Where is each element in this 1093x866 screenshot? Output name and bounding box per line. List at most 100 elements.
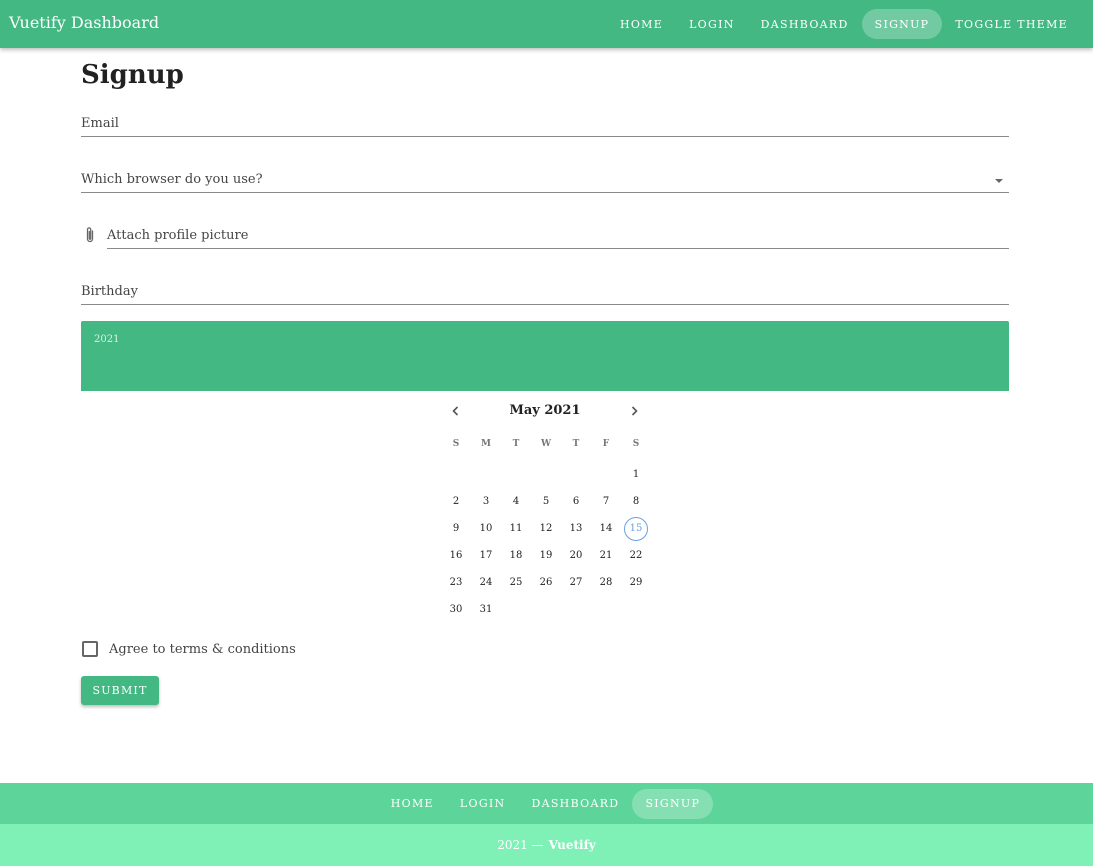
paperclip-icon[interactable] bbox=[83, 226, 97, 244]
day-button[interactable]: 17 bbox=[471, 542, 501, 569]
day-grid: 1 2 3 4 5 6 7 8 9 10 11 12 13 14 15 16 17 18 19 20 21 22 23 24 2… bbox=[441, 461, 651, 623]
birthday-label: Birthday bbox=[81, 284, 138, 299]
day-button[interactable]: 16 bbox=[441, 542, 471, 569]
month-label[interactable]: May 2021 bbox=[441, 403, 649, 418]
day-button[interactable]: 25 bbox=[501, 569, 531, 596]
day-number: 3 bbox=[482, 496, 490, 507]
day-number: 24 bbox=[479, 577, 493, 588]
nav-login-button[interactable]: Login bbox=[676, 9, 748, 39]
day-number: 26 bbox=[539, 577, 553, 588]
day-number: 29 bbox=[629, 577, 643, 588]
submit-button[interactable]: SUBMIT bbox=[81, 676, 159, 705]
date-picker-year[interactable]: 2021 bbox=[94, 334, 119, 345]
nav-signup-button[interactable]: Signup bbox=[861, 9, 943, 39]
day-number: 15 bbox=[624, 516, 648, 541]
day-button-today[interactable]: 15 bbox=[621, 515, 651, 542]
day-spacer bbox=[441, 461, 471, 488]
day-button[interactable]: 28 bbox=[591, 569, 621, 596]
day-button[interactable]: 5 bbox=[531, 488, 561, 515]
day-number: 11 bbox=[509, 523, 523, 534]
day-number: 4 bbox=[512, 496, 520, 507]
email-label: Email bbox=[81, 116, 119, 131]
footer-copyright: 2021 — Vuetify bbox=[0, 824, 1093, 866]
footer-nav: Home Login Dashboard Signup bbox=[0, 783, 1093, 824]
day-button[interactable]: 12 bbox=[531, 515, 561, 542]
copyright-brand: Vuetify bbox=[548, 838, 596, 852]
day-button[interactable]: 31 bbox=[471, 596, 501, 623]
day-button[interactable]: 24 bbox=[471, 569, 501, 596]
day-number: 21 bbox=[599, 550, 613, 561]
day-button[interactable]: 19 bbox=[531, 542, 561, 569]
day-number: 6 bbox=[572, 496, 580, 507]
day-number: 18 bbox=[509, 550, 523, 561]
day-button[interactable]: 30 bbox=[441, 596, 471, 623]
app-bar: Vuetify Dashboard Home Login Dashboard S… bbox=[0, 0, 1093, 48]
day-button[interactable]: 22 bbox=[621, 542, 651, 569]
day-button[interactable]: 23 bbox=[441, 569, 471, 596]
day-number: 16 bbox=[449, 550, 463, 561]
weekday-header: SMTWTFS bbox=[441, 439, 651, 449]
day-button[interactable]: 26 bbox=[531, 569, 561, 596]
attach-field[interactable]: Attach profile picture bbox=[107, 224, 1009, 249]
day-button[interactable]: 14 bbox=[591, 515, 621, 542]
day-number: 5 bbox=[542, 496, 550, 507]
day-number: 31 bbox=[479, 604, 493, 615]
chevron-right-icon[interactable] bbox=[627, 404, 641, 418]
day-button[interactable]: 2 bbox=[441, 488, 471, 515]
footer-dashboard-button[interactable]: Dashboard bbox=[518, 789, 632, 819]
day-button[interactable]: 11 bbox=[501, 515, 531, 542]
weekday-label: T bbox=[512, 439, 520, 449]
day-number: 20 bbox=[569, 550, 583, 561]
browser-select[interactable]: Which browser do you use? bbox=[81, 168, 1009, 193]
day-button[interactable]: 29 bbox=[621, 569, 651, 596]
copyright-year: 2021 — bbox=[497, 838, 544, 852]
day-button[interactable]: 18 bbox=[501, 542, 531, 569]
day-button[interactable]: 27 bbox=[561, 569, 591, 596]
footer-home-button[interactable]: Home bbox=[378, 789, 447, 819]
footer-signup-button[interactable]: Signup bbox=[632, 788, 714, 819]
weekday-label: M bbox=[481, 439, 491, 449]
day-spacer bbox=[501, 461, 531, 488]
day-number: 14 bbox=[599, 523, 613, 534]
day-button[interactable]: 8 bbox=[621, 488, 651, 515]
terms-row: Agree to terms & conditions bbox=[81, 639, 296, 659]
weekday-label: F bbox=[602, 439, 610, 449]
day-button[interactable]: 7 bbox=[591, 488, 621, 515]
day-spacer bbox=[471, 461, 501, 488]
day-button[interactable]: 6 bbox=[561, 488, 591, 515]
profile-picture-input: Attach profile picture bbox=[81, 224, 1009, 249]
day-button[interactable]: 13 bbox=[561, 515, 591, 542]
day-spacer bbox=[591, 461, 621, 488]
browser-label: Which browser do you use? bbox=[81, 172, 263, 187]
day-button[interactable]: 21 bbox=[591, 542, 621, 569]
day-button[interactable]: 3 bbox=[471, 488, 501, 515]
day-number: 23 bbox=[449, 577, 463, 588]
app-title: Vuetify Dashboard bbox=[9, 13, 160, 32]
day-number: 10 bbox=[479, 523, 493, 534]
terms-checkbox[interactable] bbox=[82, 641, 98, 657]
nav-home-button[interactable]: Home bbox=[607, 9, 676, 39]
nav-dashboard-button[interactable]: Dashboard bbox=[748, 9, 862, 39]
day-number: 2 bbox=[452, 496, 460, 507]
page-title: Signup bbox=[81, 60, 184, 90]
day-spacer bbox=[561, 461, 591, 488]
birthday-field[interactable]: Birthday bbox=[81, 280, 1009, 305]
day-button[interactable]: 20 bbox=[561, 542, 591, 569]
day-number: 17 bbox=[479, 550, 493, 561]
day-number: 1 bbox=[632, 469, 640, 480]
day-button[interactable]: 9 bbox=[441, 515, 471, 542]
day-button[interactable]: 10 bbox=[471, 515, 501, 542]
footer-login-button[interactable]: Login bbox=[447, 789, 519, 819]
day-number: 13 bbox=[569, 523, 583, 534]
month-navigation: May 2021 bbox=[441, 401, 649, 421]
day-button[interactable]: 4 bbox=[501, 488, 531, 515]
day-button[interactable]: 1 bbox=[621, 461, 651, 488]
day-number: 25 bbox=[509, 577, 523, 588]
email-field[interactable]: Email bbox=[81, 112, 1009, 137]
nav-toggle-theme-button[interactable]: Toggle Theme bbox=[942, 9, 1081, 39]
weekday-label: T bbox=[572, 439, 580, 449]
menu-down-icon[interactable] bbox=[995, 179, 1003, 183]
day-number: 30 bbox=[449, 604, 463, 615]
top-nav: Home Login Dashboard Signup Toggle Theme bbox=[607, 9, 1081, 39]
day-number: 27 bbox=[569, 577, 583, 588]
